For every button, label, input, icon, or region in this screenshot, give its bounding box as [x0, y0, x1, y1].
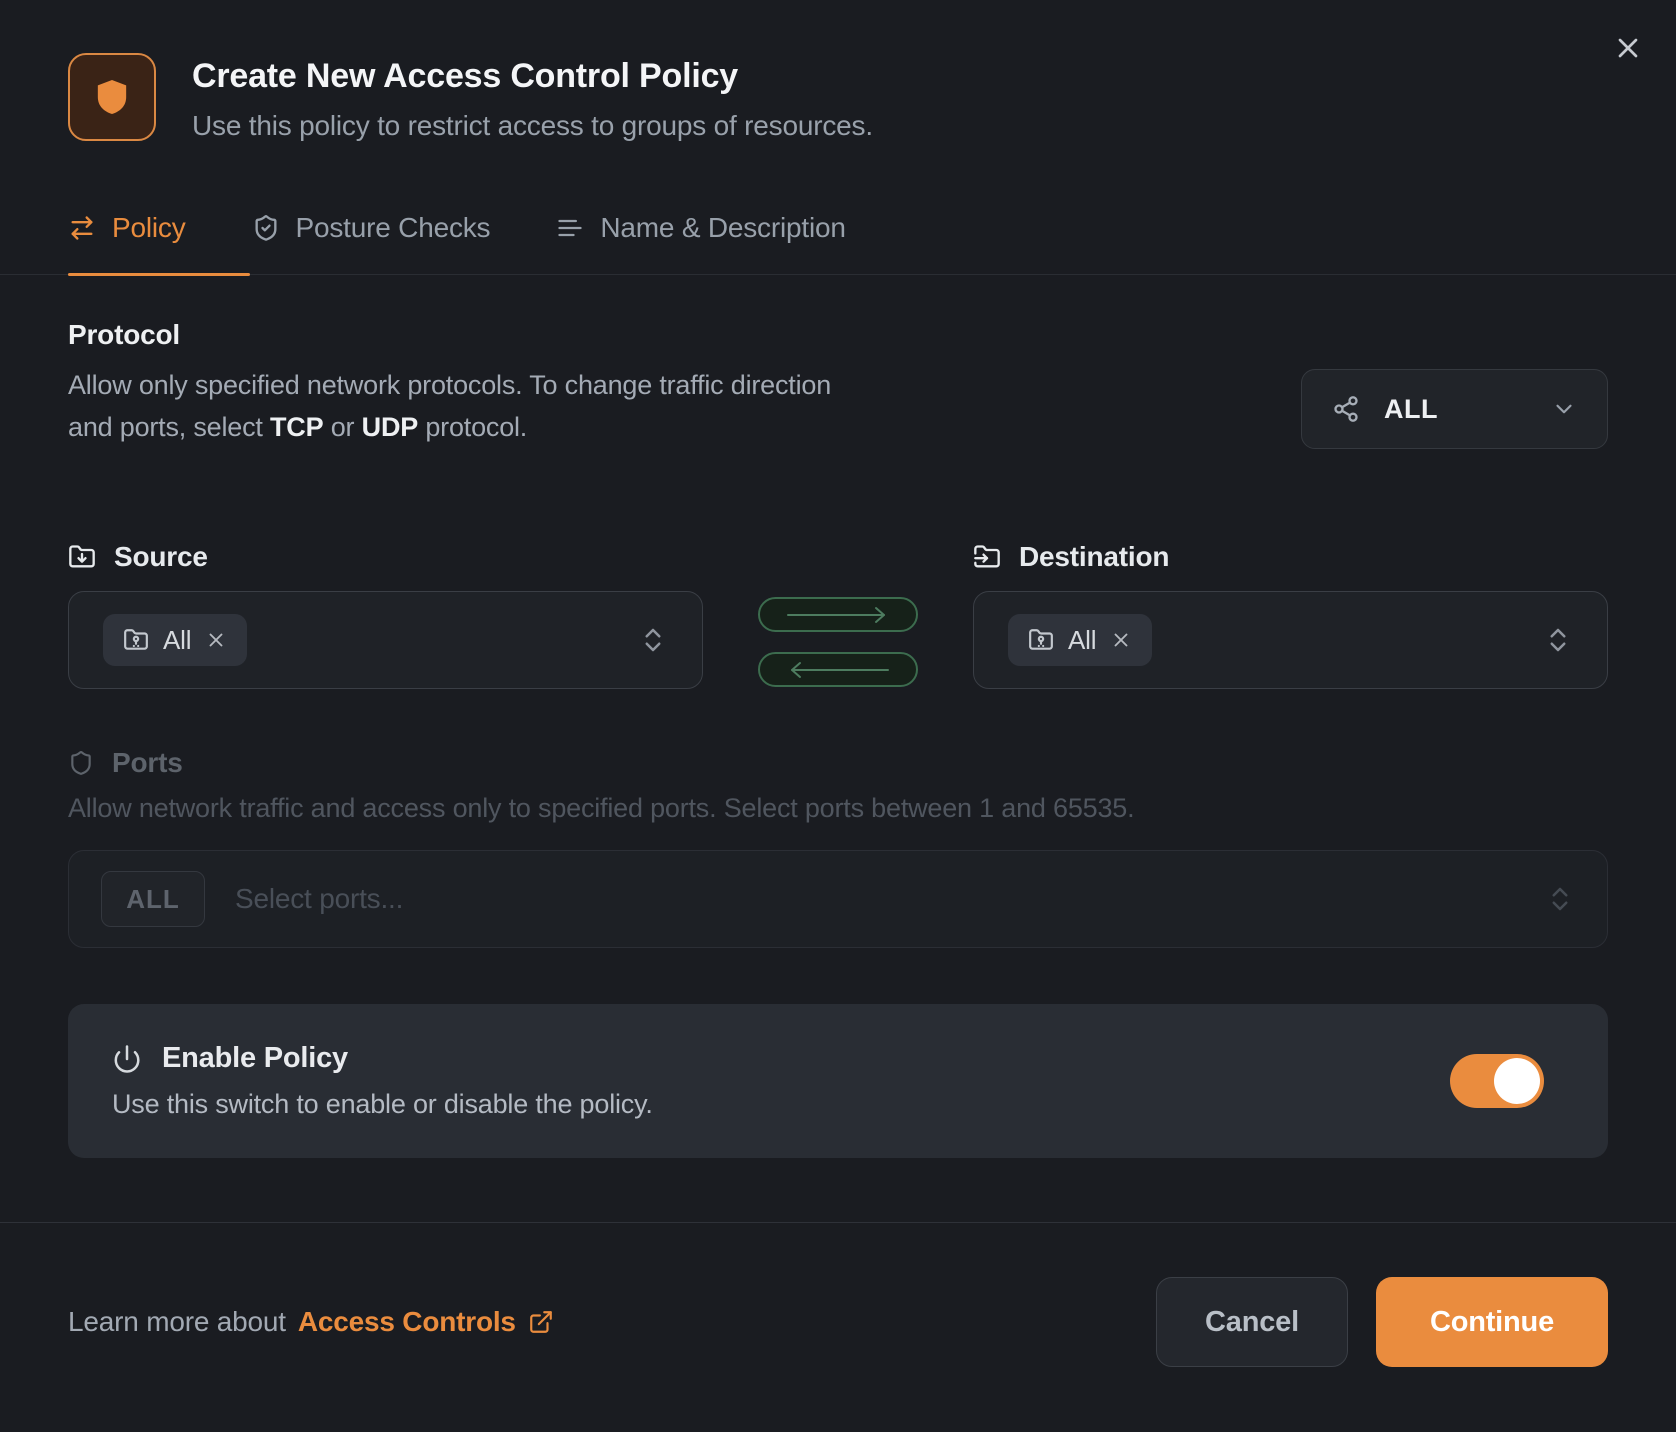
tab-name-description[interactable]: Name & Description [556, 212, 845, 274]
protocol-text: Protocol Allow only specified network pr… [68, 319, 868, 449]
destination-column: Destination All [973, 541, 1608, 691]
footer-buttons: Cancel Continue [1156, 1277, 1608, 1367]
folder-group-icon [1028, 627, 1054, 653]
ports-select: ALL Select ports... [68, 850, 1608, 948]
destination-heading: Destination [1019, 541, 1169, 573]
modal-header: Create New Access Control Policy Use thi… [68, 0, 1608, 142]
protocol-section: Protocol Allow only specified network pr… [68, 319, 1608, 449]
enable-policy-heading: Enable Policy [162, 1042, 348, 1075]
modal-title: Create New Access Control Policy [192, 53, 873, 96]
shield-outline-icon [68, 750, 94, 776]
traffic-direction [703, 593, 973, 691]
ports-description: Allow network traffic and access only to… [68, 793, 1608, 824]
source-select[interactable]: All [68, 591, 703, 689]
shield-check-icon [252, 214, 280, 242]
ports-header: Ports [68, 747, 1608, 779]
remove-chip-icon[interactable] [205, 629, 227, 651]
udp-label: UDP [362, 412, 418, 442]
ports-all-badge: ALL [101, 871, 205, 927]
modal-subtitle: Use this policy to restrict access to gr… [192, 110, 873, 142]
chevrons-up-down-icon [638, 625, 668, 655]
ports-heading: Ports [112, 747, 183, 779]
policy-shield-badge [68, 53, 156, 141]
source-chip-label: All [163, 625, 191, 656]
external-link-icon [528, 1309, 554, 1335]
tab-posture-label: Posture Checks [296, 212, 491, 244]
arrow-left-icon [778, 661, 898, 679]
source-column: Source All [68, 541, 703, 691]
learn-more: Learn more about Access Controls [68, 1306, 554, 1338]
close-button[interactable] [1606, 26, 1650, 70]
source-chip-all[interactable]: All [103, 614, 247, 666]
enable-policy-description: Use this switch to enable or disable the… [112, 1089, 1564, 1120]
destination-chip-all[interactable]: All [1008, 614, 1152, 666]
source-header: Source [68, 541, 703, 573]
close-icon [1612, 32, 1644, 64]
chevrons-up-down-icon [1543, 625, 1573, 655]
source-destination-section: Source All [68, 541, 1608, 691]
protocol-heading: Protocol [68, 319, 868, 351]
tab-bar: Policy Posture Checks Name & Description [0, 212, 1676, 275]
enable-policy-toggle[interactable] [1450, 1054, 1544, 1108]
direction-right-button[interactable] [758, 597, 918, 632]
text-lines-icon [556, 214, 584, 242]
ports-section: Ports Allow network traffic and access o… [68, 747, 1608, 948]
toggle-knob [1494, 1058, 1540, 1104]
direction-left-button[interactable] [758, 652, 918, 687]
remove-chip-icon[interactable] [1110, 629, 1132, 651]
folder-input-icon [973, 543, 1001, 571]
protocol-dropdown[interactable]: ALL [1301, 369, 1608, 449]
tab-posture-checks[interactable]: Posture Checks [252, 212, 491, 274]
cancel-button[interactable]: Cancel [1156, 1277, 1348, 1367]
header-text: Create New Access Control Policy Use thi… [192, 53, 873, 142]
ports-placeholder: Select ports... [235, 883, 403, 915]
destination-select[interactable]: All [973, 591, 1608, 689]
tab-policy-label: Policy [112, 212, 186, 244]
enable-policy-header: Enable Policy [112, 1042, 1564, 1075]
protocol-value: ALL [1384, 394, 1438, 425]
learn-more-prefix: Learn more about [68, 1306, 286, 1338]
folder-group-icon [123, 627, 149, 653]
chevrons-up-down-icon [1545, 884, 1575, 914]
arrow-right-icon [778, 606, 898, 624]
enable-policy-card: Enable Policy Use this switch to enable … [68, 1004, 1608, 1158]
chevron-down-icon [1551, 396, 1577, 422]
modal-footer: Learn more about Access Controls Cancel … [0, 1223, 1676, 1367]
source-heading: Source [114, 541, 208, 573]
destination-chip-label: All [1068, 625, 1096, 656]
folder-down-icon [68, 543, 96, 571]
share-network-icon [1332, 395, 1360, 423]
destination-header: Destination [973, 541, 1608, 573]
access-controls-link[interactable]: Access Controls [298, 1306, 554, 1338]
arrows-left-right-icon [68, 214, 96, 242]
shield-icon [92, 74, 132, 120]
tcp-label: TCP [270, 412, 323, 442]
tab-name-desc-label: Name & Description [600, 212, 845, 244]
continue-button[interactable]: Continue [1376, 1277, 1608, 1367]
power-icon [112, 1044, 142, 1074]
protocol-description: Allow only specified network protocols. … [68, 365, 868, 449]
tab-policy[interactable]: Policy [68, 212, 186, 274]
